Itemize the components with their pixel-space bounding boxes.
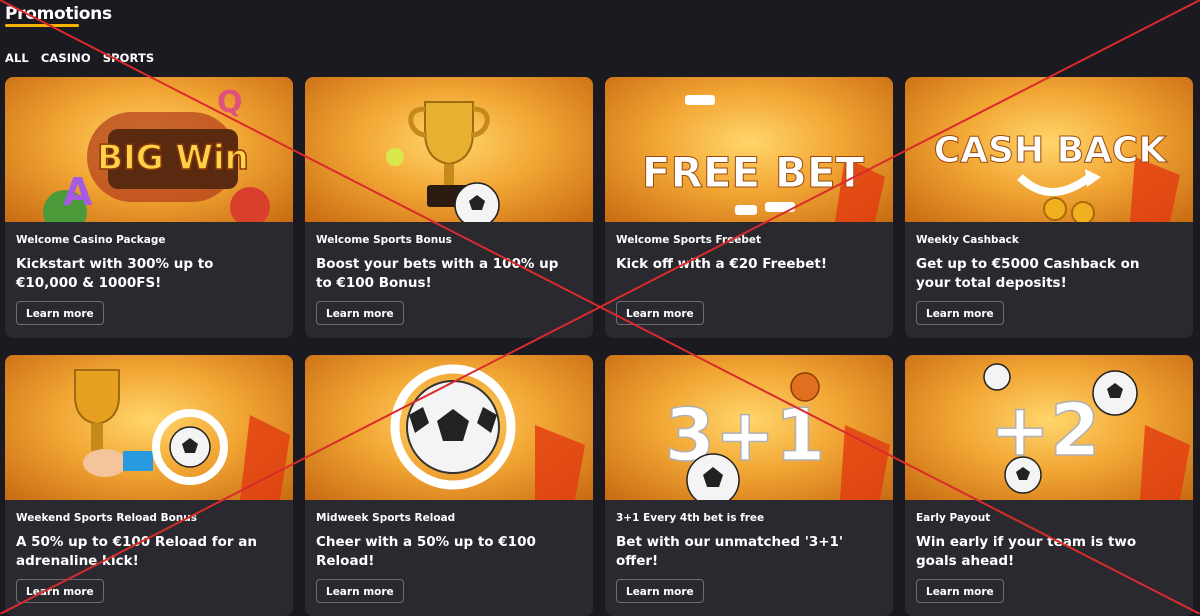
promo-card: Welcome Sports Bonus Boost your bets wit… [305,77,593,338]
promo-card: +2 Early Payout Win early if your team i… [905,355,1193,616]
promo-description: Kickstart with 300% up to €10,000 & 1000… [16,256,214,291]
promo-banner [305,355,593,500]
promo-category: 3+1 Every 4th bet is free [616,512,765,524]
learn-more-button[interactable]: Learn more [916,579,1004,603]
slot-machine-illustration: A Q BIG Win [43,85,270,222]
promo-banner: +2 [905,355,1193,500]
promo-banner: A Q BIG Win [5,77,293,222]
promo-description: Cheer with a 50% up to €100 Reload! [316,534,536,569]
learn-more-button[interactable]: Learn more [16,301,104,325]
learn-more-button[interactable]: Learn more [616,301,704,325]
promo-description: A 50% up to €100 Reload for an adrenalin… [16,534,257,569]
learn-more-button[interactable]: Learn more [16,579,104,603]
banner-text: BIG Win [97,138,249,178]
banner-text: 3+1 [665,393,826,477]
promo-category: Welcome Sports Freebet [616,234,762,246]
promo-card: 3+1 3+1 Every 4th bet is free Bet with o… [605,355,893,616]
promo-category: Welcome Casino Package [16,234,166,246]
promo-category: Weekly Cashback [916,234,1019,246]
promo-category: Early Payout [916,512,991,524]
promo-category: Weekend Sports Reload Bonus [16,512,198,524]
promo-card: Weekend Sports Reload Bonus A 50% up to … [5,355,293,616]
promo-banner: CASH BACK [905,77,1193,222]
football-reload-illustration [390,364,585,500]
banner-text: FREE BET [642,148,865,197]
plus-two-illustration: +2 [983,363,1190,500]
learn-more-button[interactable]: Learn more [316,301,404,325]
promo-description: Kick off with a €20 Freebet! [616,256,827,272]
trophy-reload-illustration [74,369,290,500]
learn-more-button[interactable]: Learn more [316,579,404,603]
banner-text: +2 [990,388,1100,472]
promo-card: Midweek Sports Reload Cheer with a 50% u… [305,355,593,616]
trophy-football-illustration [386,101,500,222]
promo-card: CASH BACK Weekly Cashback Get up to €500… [905,77,1193,338]
promo-banner: 3+1 [605,355,893,500]
cashback-illustration: CASH BACK [933,130,1180,222]
promo-description: Get up to €5000 Cashback on your total d… [916,256,1140,291]
promo-card: FREE BET Welcome Sports Freebet Kick off… [605,77,893,338]
three-plus-one-illustration: 3+1 [664,372,890,500]
promo-description: Win early if your team is two goals ahea… [916,534,1137,569]
promo-banner: FREE BET [605,77,893,222]
free-bet-illustration: FREE BET [641,95,885,222]
promo-category: Welcome Sports Bonus [316,234,452,246]
learn-more-button[interactable]: Learn more [916,301,1004,325]
svg-text:A: A [63,170,93,214]
promo-banner [5,355,293,500]
promo-description: Bet with our unmatched '3+1' offer! [616,534,844,569]
promo-category: Midweek Sports Reload [316,512,456,524]
learn-more-button[interactable]: Learn more [616,579,704,603]
promotions-grid: A Q BIG Win Welcome Casino Package Kicks… [0,0,1200,616]
promo-banner [305,77,593,222]
promo-description: Boost your bets with a 100% up to €100 B… [316,256,559,291]
promo-card: A Q BIG Win Welcome Casino Package Kicks… [5,77,293,338]
svg-text:Q: Q [217,85,243,120]
banner-text: CASH BACK [934,130,1168,171]
